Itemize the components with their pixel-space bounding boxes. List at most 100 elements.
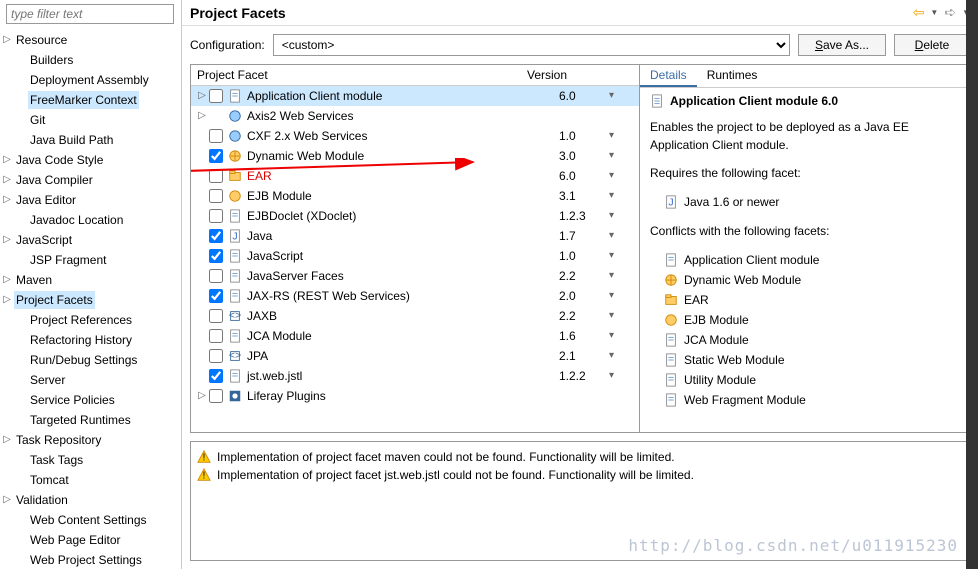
facet-row[interactable]: JCA Module1.6▾ — [191, 326, 639, 346]
facet-checkbox[interactable] — [209, 309, 223, 323]
fwd-arrow-icon[interactable]: ➪ — [944, 4, 956, 21]
doc-icon — [664, 353, 678, 367]
facet-row[interactable]: <>JPA2.1▾ — [191, 346, 639, 366]
facet-checkbox[interactable] — [209, 389, 223, 403]
version-dd-icon[interactable]: ▾ — [609, 147, 619, 165]
facet-checkbox[interactable] — [209, 189, 223, 203]
version-dd-icon[interactable]: ▾ — [609, 347, 619, 365]
facet-row[interactable]: JJava1.7▾ — [191, 226, 639, 246]
tree-item[interactable]: Service Policies — [0, 390, 181, 410]
facet-checkbox[interactable] — [209, 209, 223, 223]
facet-checkbox[interactable] — [209, 129, 223, 143]
web-icon — [227, 148, 243, 164]
facet-row[interactable]: CXF 2.x Web Services1.0▾ — [191, 126, 639, 146]
tree-item[interactable]: Targeted Runtimes — [0, 410, 181, 430]
tree-item[interactable]: ▷Project Facets — [0, 290, 181, 310]
tree-item[interactable]: ▷Maven — [0, 270, 181, 290]
version-dd-icon[interactable]: ▾ — [609, 367, 619, 385]
tree-item[interactable]: Git — [0, 110, 181, 130]
back-arrow-icon[interactable]: ⇦ — [913, 4, 925, 21]
tree-item[interactable]: FreeMarker Context — [0, 90, 181, 110]
version-dd-icon[interactable]: ▾ — [609, 187, 619, 205]
tree-item[interactable]: Web Content Settings — [0, 510, 181, 530]
tree-item[interactable]: ▷Java Code Style — [0, 150, 181, 170]
tree-item[interactable]: ▷Validation — [0, 490, 181, 510]
tree-item[interactable]: Builders — [0, 50, 181, 70]
tree-item[interactable]: Java Build Path — [0, 130, 181, 150]
save-as-button[interactable]: Save As... — [798, 34, 886, 56]
tree-item[interactable]: ▷Java Compiler — [0, 170, 181, 190]
version-dd-icon[interactable]: ▾ — [609, 207, 619, 225]
facet-row[interactable]: EJB Module3.1▾ — [191, 186, 639, 206]
version-dd-icon[interactable]: ▾ — [609, 167, 619, 185]
detail-desc: Enables the project to be deployed as a … — [650, 118, 959, 154]
tree-item[interactable]: JSP Fragment — [0, 250, 181, 270]
col-version[interactable]: Version — [527, 68, 607, 82]
facet-checkbox[interactable] — [209, 229, 223, 243]
version-dd-icon[interactable]: ▾ — [609, 287, 619, 305]
tree-item[interactable]: ▷Java Editor — [0, 190, 181, 210]
facet-row[interactable]: <>JAXB2.2▾ — [191, 306, 639, 326]
tree-item[interactable]: ▷Task Repository — [0, 430, 181, 450]
col-facet[interactable]: Project Facet — [197, 68, 527, 82]
tree-item[interactable]: Deployment Assembly — [0, 70, 181, 90]
facet-name: CXF 2.x Web Services — [247, 127, 559, 145]
facet-list[interactable]: ▷Application Client module6.0▾▷Axis2 Web… — [191, 86, 639, 432]
facet-version: 1.2.3 — [559, 207, 609, 225]
facet-checkbox[interactable] — [209, 269, 223, 283]
tab-runtimes[interactable]: Runtimes — [697, 65, 768, 87]
facet-row[interactable]: Dynamic Web Module3.0▾ — [191, 146, 639, 166]
tree-item[interactable]: Tomcat — [0, 470, 181, 490]
facet-checkbox[interactable] — [209, 349, 223, 363]
facet-checkbox[interactable] — [209, 369, 223, 383]
config-select[interactable]: <custom> — [273, 34, 790, 56]
version-dd-icon[interactable]: ▾ — [609, 87, 619, 105]
doc-icon — [227, 208, 243, 224]
facet-checkbox[interactable] — [209, 89, 223, 103]
conflict-item: EAR — [650, 290, 959, 310]
facet-checkbox[interactable] — [209, 329, 223, 343]
facet-row[interactable]: ▷Axis2 Web Services — [191, 106, 639, 126]
filter-input[interactable] — [6, 4, 174, 24]
caret-icon: ▷ — [0, 151, 14, 169]
facet-checkbox[interactable] — [209, 149, 223, 163]
tree-item[interactable]: Server — [0, 370, 181, 390]
facet-checkbox[interactable] — [209, 249, 223, 263]
tree-item[interactable]: Refactoring History — [0, 330, 181, 350]
version-dd-icon[interactable]: ▾ — [609, 267, 619, 285]
facet-checkbox[interactable] — [209, 169, 223, 183]
facet-row[interactable]: EJBDoclet (XDoclet)1.2.3▾ — [191, 206, 639, 226]
facet-row[interactable]: JavaScript1.0▾ — [191, 246, 639, 266]
delete-button[interactable]: Delete — [894, 34, 970, 56]
java-icon: J — [227, 228, 243, 244]
tree-item[interactable]: Web Project Settings — [0, 550, 181, 569]
tab-details[interactable]: Details — [640, 65, 697, 87]
tree-item[interactable]: Task Tags — [0, 450, 181, 470]
facet-row[interactable]: jst.web.jstl1.2.2▾ — [191, 366, 639, 386]
tree-item[interactable]: Web Page Editor — [0, 530, 181, 550]
tree-item[interactable]: ▷Resource — [0, 30, 181, 50]
version-dd-icon[interactable]: ▾ — [609, 247, 619, 265]
facet-name: JavaScript — [247, 247, 559, 265]
svg-text:!: ! — [203, 470, 206, 482]
tree-item[interactable]: Run/Debug Settings — [0, 350, 181, 370]
tree-item[interactable]: Javadoc Location — [0, 210, 181, 230]
facet-row[interactable]: ▷Liferay Plugins — [191, 386, 639, 406]
facet-version: 2.1 — [559, 347, 609, 365]
nav-tree[interactable]: ▷ResourceBuildersDeployment AssemblyFree… — [0, 28, 181, 569]
tree-item[interactable]: ▷JavaScript — [0, 230, 181, 250]
tree-item[interactable]: Project References — [0, 310, 181, 330]
back-dd-icon[interactable]: ▼ — [930, 8, 938, 17]
facet-row[interactable]: ▷Application Client module6.0▾ — [191, 86, 639, 106]
facet-row[interactable]: JAX-RS (REST Web Services)2.0▾ — [191, 286, 639, 306]
facet-name: Dynamic Web Module — [247, 147, 559, 165]
version-dd-icon[interactable]: ▾ — [609, 327, 619, 345]
version-dd-icon[interactable]: ▾ — [609, 127, 619, 145]
facet-row[interactable]: EAR6.0▾ — [191, 166, 639, 186]
version-dd-icon[interactable]: ▾ — [609, 227, 619, 245]
version-dd-icon[interactable]: ▾ — [609, 307, 619, 325]
facet-checkbox[interactable] — [209, 289, 223, 303]
warning-icon: ! — [197, 450, 211, 464]
warning-icon: ! — [197, 468, 211, 482]
facet-row[interactable]: JavaServer Faces2.2▾ — [191, 266, 639, 286]
